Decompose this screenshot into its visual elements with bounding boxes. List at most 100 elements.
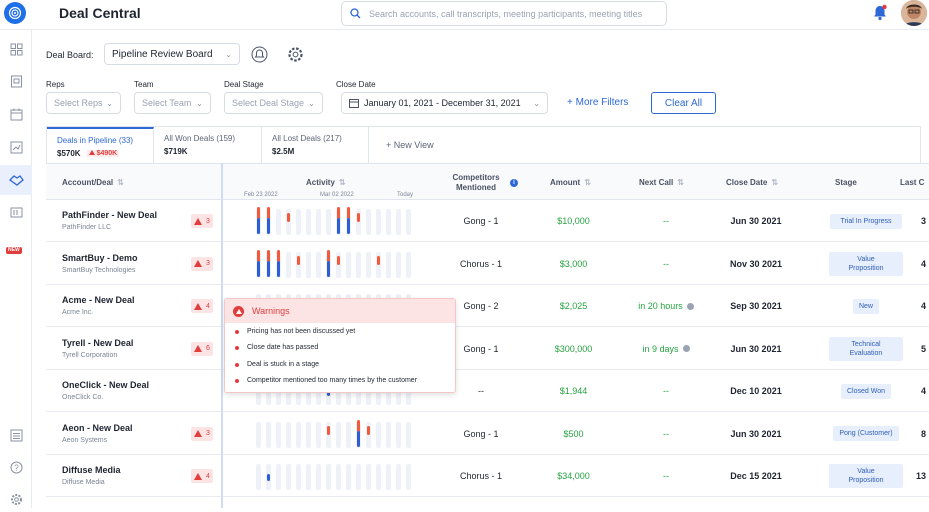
- warning-icon: [194, 472, 202, 480]
- activity-slot: [306, 209, 311, 235]
- activity-slot: [306, 251, 311, 278]
- col-next-call[interactable]: Next Call ⇅: [639, 164, 684, 201]
- sidebar-item-reports[interactable]: [0, 134, 32, 160]
- close-date-select[interactable]: January 01, 2021 - December 31, 2021 ⌄: [341, 92, 548, 114]
- team-select[interactable]: Select Team ⌄: [134, 92, 211, 114]
- search-input[interactable]: Search accounts, call transcripts, meeti…: [341, 1, 667, 26]
- help-icon: ?: [10, 461, 22, 473]
- tab-count: (159): [216, 134, 236, 143]
- table-row[interactable]: Tyrell - New Deal Tyrell Corporation 6 G…: [46, 328, 929, 370]
- activity-slot: [386, 209, 391, 235]
- table-row[interactable]: Aeon - New Deal Aeon Systems 3 Gong - 1 …: [46, 413, 929, 455]
- warning-badge[interactable]: 3: [191, 214, 213, 228]
- activity-timeline[interactable]: [246, 205, 416, 237]
- info-icon[interactable]: [682, 345, 690, 352]
- stage-badge[interactable]: Value Proposition: [829, 251, 903, 276]
- stage-badge[interactable]: Closed Won: [840, 383, 891, 399]
- stage-badge[interactable]: Trial In Progress: [830, 213, 902, 229]
- stage-badge[interactable]: Pong (Customer): [833, 426, 899, 441]
- table-row[interactable]: PathFinder - New Deal PathFinder LLC 3 G…: [46, 200, 929, 242]
- team-label: Team: [134, 80, 154, 89]
- warning-text: Deal is stuck in a stage: [247, 361, 319, 368]
- col-account[interactable]: Account/Deal ⇅: [62, 164, 124, 201]
- deal-board-select[interactable]: Pipeline Review Board ⌄: [104, 43, 240, 65]
- account-name[interactable]: Aeon - New Deal: [62, 423, 133, 433]
- close-date-label: Close Date: [336, 80, 376, 89]
- tab-all-won-deals[interactable]: All Won Deals (159) $719K: [154, 127, 262, 164]
- warning-icon: [194, 430, 202, 437]
- warning-badge[interactable]: 6: [191, 341, 213, 356]
- col-competitors[interactable]: Competitors Mentioned: [444, 164, 508, 201]
- table-row[interactable]: Diffuse Media Diffuse Media 4 Chorus - 1…: [46, 455, 929, 497]
- account-name[interactable]: Acme - New Deal: [62, 295, 135, 305]
- new-view-button[interactable]: + New View: [386, 140, 434, 150]
- board-icon: [10, 207, 22, 217]
- activity-timeline[interactable]: [246, 460, 416, 492]
- col-last-call[interactable]: Last C: [900, 164, 924, 201]
- close-date-cell: Dec 15 2021: [730, 471, 782, 481]
- alert-settings-icon[interactable]: [251, 46, 268, 68]
- col-next-call-label: Next Call: [639, 178, 674, 187]
- tab-count: (217): [323, 134, 342, 143]
- table-row[interactable]: Acme - New Deal Acme Inc. 4 Gong - 2 $2,…: [46, 285, 929, 327]
- deal-stage-select[interactable]: Select Deal Stage ⌄: [224, 92, 323, 114]
- activity-slot: [346, 464, 351, 490]
- sidebar-item-calendar[interactable]: [0, 101, 32, 127]
- activity-mark-red: [337, 255, 340, 265]
- warning-badge[interactable]: 4: [191, 469, 213, 483]
- col-close-date[interactable]: Close Date ⇅: [726, 164, 778, 201]
- activity-slot: [406, 209, 411, 235]
- activity-mark-red: [257, 207, 260, 219]
- activity-slot: [366, 464, 371, 490]
- stage-badge[interactable]: New: [852, 298, 879, 314]
- warning-badge[interactable]: 3: [191, 426, 213, 441]
- account-name[interactable]: Diffuse Media: [62, 465, 121, 475]
- last-call-cell: 4: [920, 258, 926, 269]
- chevron-down-icon: ⌄: [308, 98, 315, 108]
- sidebar-item-help[interactable]: ?: [0, 454, 32, 480]
- account-name[interactable]: SmartBuy - Demo: [62, 253, 138, 263]
- tab-count: (33): [118, 136, 134, 145]
- tab-amount: $2.5M: [272, 147, 295, 156]
- user-avatar[interactable]: [901, 0, 927, 26]
- reps-label: Reps: [46, 80, 65, 89]
- more-filters-link[interactable]: + More Filters: [567, 97, 628, 108]
- notification-bell-icon[interactable]: [872, 4, 888, 26]
- sidebar-item-list[interactable]: [0, 422, 32, 448]
- tab-all-lost-deals[interactable]: All Lost Deals (217) $2.5M: [262, 127, 369, 164]
- activity-timeline[interactable]: [246, 248, 416, 280]
- tab-deals-in-pipeline[interactable]: Deals in Pipeline (33) $570K $490K: [47, 127, 154, 164]
- amount-cell: $300,000: [554, 343, 593, 354]
- sidebar-item-dashboard[interactable]: [0, 36, 32, 62]
- activity-slot: [296, 209, 301, 235]
- clear-all-button[interactable]: Clear All: [651, 92, 716, 114]
- account-name[interactable]: OneClick - New Deal: [62, 380, 149, 390]
- stage-badge[interactable]: Technical Evaluation: [829, 336, 903, 361]
- account-name[interactable]: Tyrell - New Deal: [62, 338, 133, 348]
- table-row[interactable]: SmartBuy - Demo SmartBuy Technologies 3 …: [46, 243, 929, 285]
- sidebar-item-deals[interactable]: [0, 165, 32, 195]
- stage-badge[interactable]: Value Proposition: [829, 464, 903, 488]
- col-amount[interactable]: Amount ⇅: [550, 164, 591, 201]
- activity-slot: [336, 421, 341, 448]
- board-settings-gear-icon[interactable]: [287, 46, 304, 68]
- sidebar-item-settings[interactable]: [0, 486, 32, 512]
- col-competitors-label: Competitors Mentioned: [452, 172, 500, 192]
- info-icon[interactable]: i: [510, 179, 518, 187]
- warning-badge[interactable]: 4: [191, 299, 213, 313]
- next-call-cell: --: [626, 370, 706, 412]
- warning-badge[interactable]: 3: [191, 256, 213, 271]
- competitors-cell: Gong - 1: [463, 216, 499, 226]
- account-name[interactable]: PathFinder - New Deal: [62, 210, 157, 220]
- reps-select[interactable]: Select Reps ⌄: [46, 92, 121, 114]
- col-stage[interactable]: Stage: [835, 164, 857, 201]
- activity-mark-red: [267, 249, 270, 262]
- activity-slot: [356, 251, 361, 278]
- next-call-cell: --: [626, 413, 706, 455]
- activity-timeline[interactable]: [246, 418, 416, 450]
- table-row[interactable]: OneClick - New Deal OneClick Co. -- $1,9…: [46, 370, 929, 412]
- info-icon[interactable]: [686, 302, 694, 310]
- app-logo-icon[interactable]: [4, 2, 26, 24]
- sidebar-item-calls[interactable]: [0, 68, 32, 94]
- sidebar-item-new-feature[interactable]: [0, 200, 32, 226]
